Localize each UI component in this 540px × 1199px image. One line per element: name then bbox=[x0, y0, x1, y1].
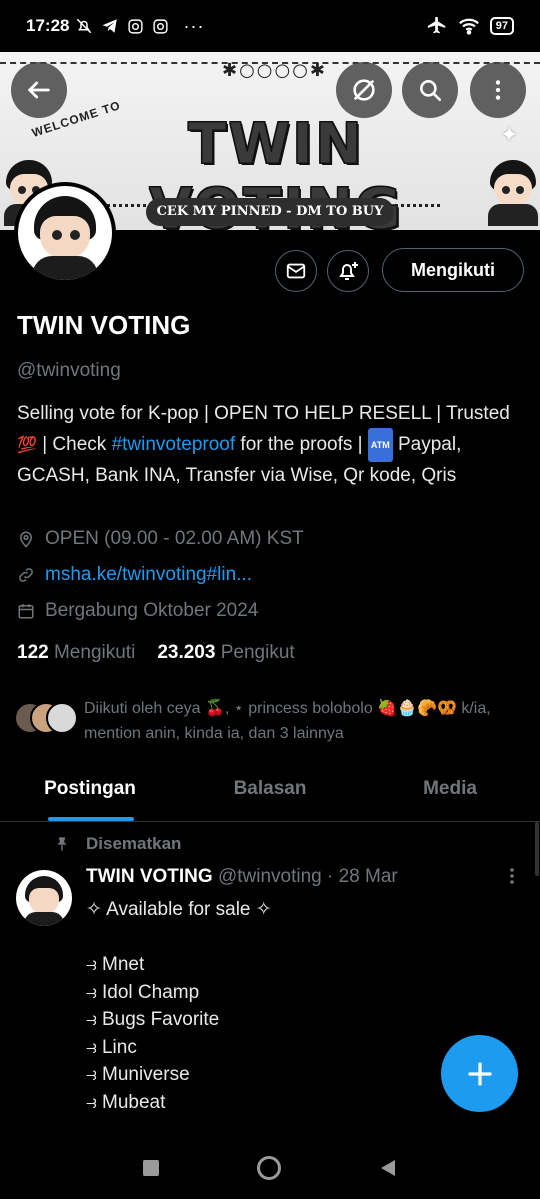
post-line bbox=[86, 924, 506, 952]
message-button[interactable] bbox=[275, 250, 317, 292]
back-triangle-icon[interactable] bbox=[378, 1158, 398, 1178]
status-time: 17:28 bbox=[26, 16, 70, 35]
profile-display-name: TWIN VOTING bbox=[17, 310, 191, 340]
joined-row: Bergabung Oktober 2024 bbox=[17, 600, 258, 622]
recents-square-icon[interactable] bbox=[142, 1159, 160, 1177]
bell-plus-icon bbox=[339, 262, 358, 280]
notification-icons: ··· bbox=[75, 16, 204, 37]
compose-post-button[interactable] bbox=[441, 1035, 518, 1112]
status-bar: 17:28 ··· 97 bbox=[0, 0, 540, 52]
sparkle-icon: ✦ bbox=[500, 122, 519, 147]
profile-handle: @twinvoting bbox=[17, 360, 121, 381]
followers-label: Pengikut bbox=[220, 642, 295, 663]
banner-pill: CEK MY PINNED - DM TO BUY bbox=[146, 198, 394, 226]
website-row: msha.ke/twinvoting#lin... bbox=[17, 564, 252, 586]
website-link[interactable]: msha.ke/twinvoting#lin... bbox=[45, 564, 252, 586]
pin-icon bbox=[57, 837, 67, 851]
pinned-label: Disematkan bbox=[86, 834, 182, 853]
tab-postingan[interactable]: Postingan bbox=[0, 760, 180, 821]
link-icon bbox=[19, 568, 33, 582]
followers-count: 23.203 bbox=[157, 642, 216, 663]
instagram-icon-2 bbox=[153, 18, 169, 34]
banner-decoration: ✱○○○○✱ bbox=[222, 60, 327, 81]
home-circle-icon[interactable] bbox=[256, 1155, 282, 1181]
atm-icon: ATM bbox=[367, 428, 393, 462]
post-line: ⥽ Idol Champ bbox=[86, 981, 200, 1003]
post-author-handle: @twinvoting bbox=[217, 866, 322, 887]
avatar bbox=[46, 702, 78, 734]
bio-text-1: Selling vote for K-pop | OPEN TO HELP RE… bbox=[17, 403, 510, 424]
profile-bio: Selling vote for K-pop | OPEN TO HELP RE… bbox=[17, 400, 522, 490]
follow-counts: 122 Mengikuti 23.203 Pengikut bbox=[17, 642, 295, 664]
battery-indicator: 97 bbox=[489, 17, 514, 35]
location-text: OPEN (09.00 - 02.00 AM) KST bbox=[45, 528, 304, 549]
bell-off-icon bbox=[77, 18, 92, 34]
following-count: 122 bbox=[17, 642, 49, 663]
post-line: ⥽ Linc bbox=[86, 1036, 137, 1058]
post-line: ⥽ Bugs Favorite bbox=[86, 1009, 220, 1030]
pinned-label-row: Disematkan bbox=[54, 834, 181, 854]
mail-icon bbox=[286, 263, 306, 279]
post-line: ⥽ Mnet bbox=[86, 954, 145, 975]
hundred-points-icon: 💯 bbox=[17, 437, 37, 454]
post-header: TWIN VOTING @twinvoting · 28 Mar bbox=[86, 866, 398, 888]
profile-avatar[interactable] bbox=[14, 182, 116, 284]
arrow-left-icon bbox=[28, 81, 50, 99]
location-row: OPEN (09.00 - 02.00 AM) KST bbox=[17, 528, 304, 550]
post-line: ✧ Available for sale ✧ bbox=[86, 899, 272, 920]
followers-count-link[interactable]: 23.203 Pengikut bbox=[157, 642, 294, 664]
profile-tabs: Postingan Balasan Media bbox=[0, 760, 540, 822]
telegram-icon bbox=[102, 19, 118, 33]
tab-balasan[interactable]: Balasan bbox=[180, 760, 360, 821]
hashtag-link[interactable]: #twinvoteproof bbox=[112, 434, 236, 455]
bio-text-3: for the proofs | bbox=[235, 434, 368, 455]
joined-text: Bergabung Oktober 2024 bbox=[45, 600, 259, 621]
airplane-icon bbox=[427, 16, 445, 34]
post-line: ⥽ Mubeat bbox=[86, 1091, 166, 1113]
scrollbar[interactable] bbox=[535, 822, 539, 876]
system-nav-bar bbox=[0, 1136, 540, 1199]
following-label: Mengikuti bbox=[53, 642, 136, 663]
grok-icon bbox=[353, 79, 375, 101]
search-icon bbox=[420, 80, 442, 102]
plus-icon bbox=[467, 1061, 492, 1086]
post-date: · 28 Mar bbox=[327, 866, 398, 887]
vertical-dots-icon bbox=[510, 868, 514, 884]
instagram-icon bbox=[128, 18, 144, 34]
followed-by-text: Diikuti oleh ceya 🍒, ⋆ princess bolobolo… bbox=[84, 700, 491, 742]
calendar-icon bbox=[18, 604, 34, 619]
following-count-link[interactable]: 122 Mengikuti bbox=[17, 642, 135, 664]
location-pin-icon bbox=[19, 531, 33, 548]
banner-chibi-right bbox=[484, 160, 540, 226]
mutual-avatars bbox=[14, 702, 80, 736]
vertical-dots-icon bbox=[495, 80, 501, 100]
search-button[interactable] bbox=[402, 62, 458, 118]
notify-button[interactable] bbox=[327, 250, 369, 292]
tab-media[interactable]: Media bbox=[360, 760, 540, 821]
more-notifications-icon: ··· bbox=[183, 15, 205, 36]
post-author-name[interactable]: TWIN VOTING bbox=[86, 866, 213, 887]
back-button[interactable] bbox=[11, 62, 67, 118]
more-options-button[interactable] bbox=[470, 62, 526, 118]
post-author-avatar[interactable] bbox=[16, 870, 72, 926]
grok-button[interactable] bbox=[336, 62, 392, 118]
wifi-icon bbox=[458, 18, 479, 35]
post-more-button[interactable] bbox=[504, 866, 520, 892]
following-button[interactable]: Mengikuti bbox=[382, 248, 524, 292]
bio-text-2: | Check bbox=[36, 434, 112, 455]
